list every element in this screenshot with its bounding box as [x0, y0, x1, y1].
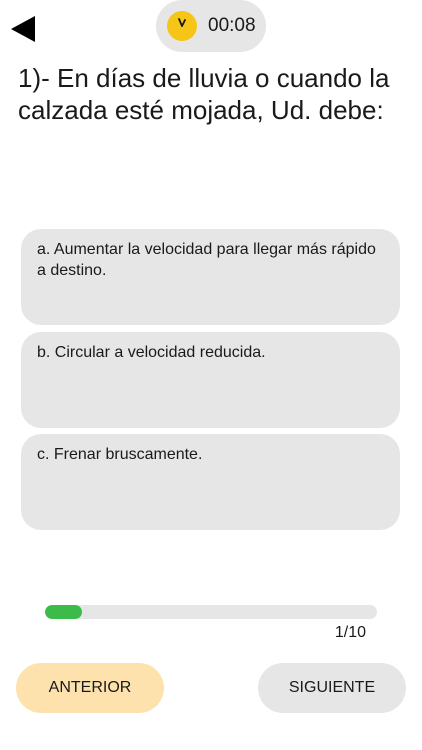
answer-option-a[interactable]: a. Aumentar la velocidad para llegar más…	[21, 229, 400, 325]
clock-icon	[167, 11, 197, 41]
answer-option-c[interactable]: c. Frenar bruscamente.	[21, 434, 400, 530]
question-text: 1)- En días de lluvia o cuando la calzad…	[18, 63, 390, 125]
progress-count: 1/10	[334, 624, 366, 641]
answer-option-b[interactable]: b. Circular a velocidad reducida.	[21, 332, 400, 428]
back-button[interactable]	[10, 16, 36, 42]
previous-button[interactable]: ANTERIOR	[16, 663, 164, 713]
back-triangle-icon	[11, 16, 35, 42]
next-button[interactable]: SIGUIENTE	[258, 663, 406, 713]
timer-value: 00:08	[208, 15, 256, 36]
progress-bar	[45, 605, 377, 619]
progress-fill	[45, 605, 82, 619]
timer: 00:08	[156, 0, 266, 52]
